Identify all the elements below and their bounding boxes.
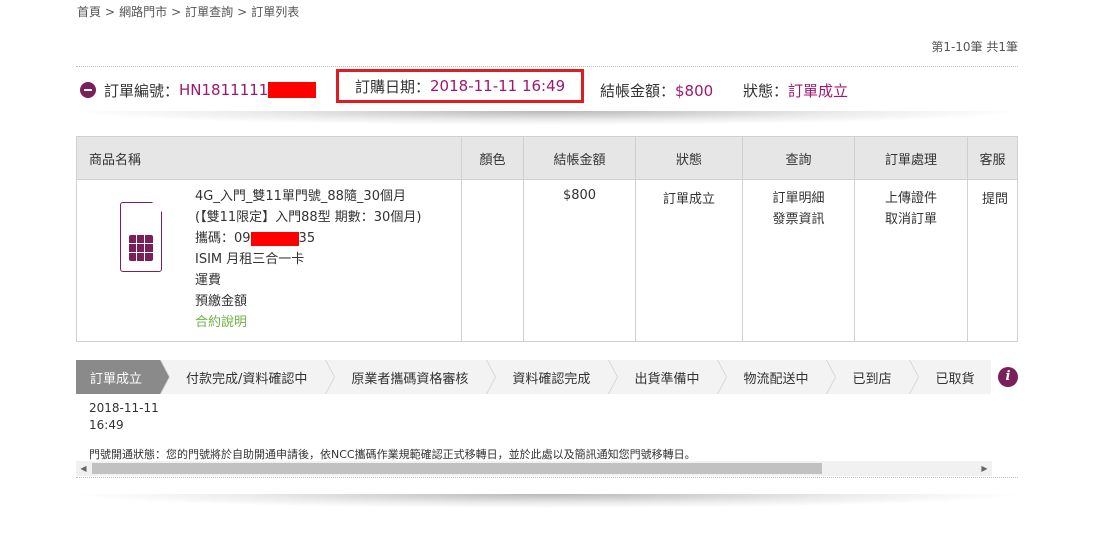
activation-note: 門號開通狀態：您的門號將於自助開通申請後，依NCC攜碼作業規範確認正式移轉日，並…: [89, 448, 696, 461]
order-total-value: $800: [675, 81, 714, 100]
cancel-order-link[interactable]: 取消訂單: [856, 209, 966, 230]
invoice-info-link[interactable]: 發票資訊: [744, 209, 853, 230]
step-delivery: 物流配送中: [717, 360, 837, 394]
upload-id-link[interactable]: 上傳證件: [856, 188, 966, 209]
product-number: 攜碼：09 35: [195, 231, 316, 246]
step-port-review: 原業者攜碼資格審核: [325, 360, 497, 394]
divider: [76, 477, 1018, 478]
order-status-value: 訂單成立: [788, 81, 849, 100]
product-sim: ISIM 月租三合一卡: [195, 252, 305, 267]
order-total: 結帳金額：$800: [600, 81, 714, 100]
header-color: 顏色: [461, 136, 524, 180]
process-cell: 上傳證件 取消訂單: [854, 179, 968, 342]
header-service: 客服: [967, 136, 1018, 180]
header-amount: 結帳金額: [523, 136, 636, 180]
step-data-confirmed: 資料確認完成: [486, 360, 619, 394]
order-items-table: 商品名稱 顏色 結帳金額 狀態 查詢 訂單處理 客服 4G_入門_雙11單門號_…: [76, 136, 1018, 342]
query-cell: 訂單明細 發票資訊: [742, 179, 855, 342]
amount-cell: $800: [523, 179, 636, 342]
product-prepaid: 預繳金額: [195, 294, 248, 309]
order-detail-link[interactable]: 訂單明細: [744, 188, 853, 209]
product-plan: (【雙11限定】入門88型 期數：30個月): [195, 210, 422, 225]
breadcrumb-order-list: 訂單列表: [251, 5, 300, 19]
sim-card-icon: [120, 202, 162, 272]
step-order-established: 訂單成立: [76, 360, 171, 394]
product-shipping: 運費: [195, 273, 222, 288]
horizontal-scrollbar[interactable]: ◀ ▶: [76, 461, 992, 476]
scrollbar-thumb[interactable]: [92, 463, 822, 474]
step-preparing-shipment: 出貨準備中: [608, 360, 728, 394]
header-status: 狀態: [635, 136, 743, 180]
order-date-highlight: 訂購日期： 2018-11-11 16:49: [336, 69, 585, 103]
step-arrived-store: 已到店: [826, 360, 920, 394]
product-name: 4G_入門_雙11單門號_88隨_30個月: [195, 189, 406, 204]
collapse-icon[interactable]: [80, 82, 96, 98]
breadcrumb: 首頁 > 網路門市 > 訂單查詢 > 訂單列表: [77, 5, 300, 19]
order-progress-steps: 訂單成立 付款完成/資料確認中 原業者攜碼資格審核 資料確認完成 出貨準備中 物…: [76, 360, 991, 394]
divider: [76, 66, 1018, 67]
breadcrumb-order-query[interactable]: 訂單查詢: [185, 5, 233, 19]
scroll-left-icon[interactable]: ◀: [76, 461, 91, 476]
pagination-summary: 第1-10筆 共1筆: [931, 40, 1018, 54]
scroll-right-icon[interactable]: ▶: [977, 461, 992, 476]
step-picked-up: 已取貨: [909, 360, 991, 394]
order-header: 訂單編號： HN1811111 訂購日期： 2018-11-11 16:49 結…: [80, 69, 1020, 104]
table-row: 4G_入門_雙11單門號_88隨_30個月 (【雙11限定】入門88型 期數：3…: [76, 179, 1018, 342]
step-payment-complete: 付款完成/資料確認中: [160, 360, 336, 394]
header-process: 訂單處理: [854, 136, 968, 180]
product-info: 4G_入門_雙11單門號_88隨_30個月 (【雙11限定】入門88型 期數：3…: [195, 186, 421, 333]
redaction-box: [250, 231, 299, 246]
info-icon[interactable]: i: [998, 367, 1018, 387]
header-product: 商品名稱: [76, 136, 462, 180]
service-cell: 提問: [967, 179, 1018, 342]
contract-link[interactable]: 合約說明: [195, 312, 421, 333]
order-date-value: 2018-11-11 16:49: [430, 77, 566, 95]
status-cell: 訂單成立: [635, 179, 743, 342]
color-cell: [461, 179, 524, 342]
order-number: 訂單編號： HN1811111: [104, 80, 317, 101]
step-timestamp: 2018-11-11 16:49: [89, 401, 159, 432]
order-status: 狀態：訂單成立: [743, 81, 849, 100]
product-cell: 4G_入門_雙11單門號_88隨_30個月 (【雙11限定】入門88型 期數：3…: [76, 179, 462, 342]
breadcrumb-home[interactable]: 首頁: [77, 5, 101, 19]
section-shadow: [80, 494, 1016, 508]
ask-question-link[interactable]: 提問: [982, 192, 1008, 207]
order-number-value: HN1811111: [179, 81, 269, 99]
header-query: 查詢: [742, 136, 855, 180]
section-shadow: [80, 111, 1016, 125]
redaction-box: [268, 82, 317, 98]
breadcrumb-store[interactable]: 網路門市: [119, 5, 167, 19]
